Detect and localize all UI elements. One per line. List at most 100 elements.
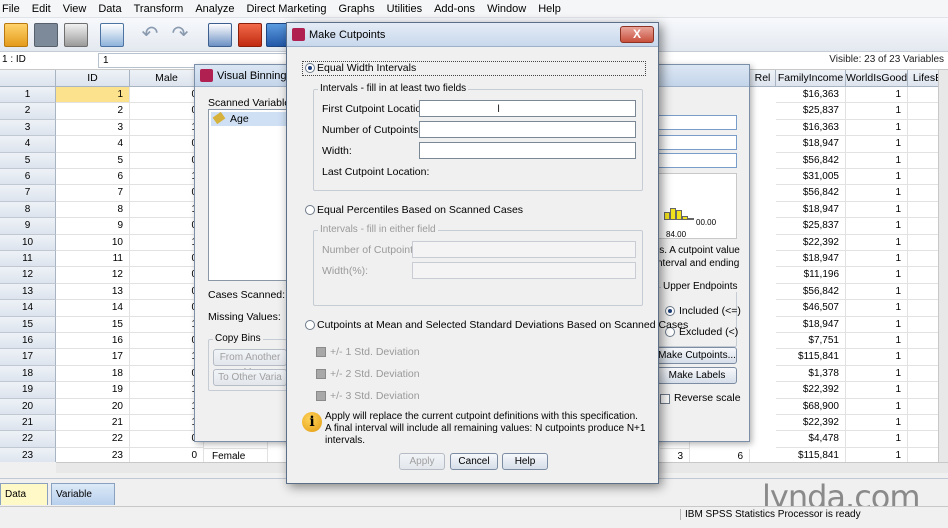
table-cell-male[interactable]: 0 [130,152,204,169]
table-cell-id[interactable]: 16 [56,333,130,350]
table-cell-id[interactable]: 14 [56,300,130,317]
row-header[interactable]: 7 [0,185,56,202]
table-cell-male[interactable]: 1 [130,382,204,399]
pct-width-input[interactable] [412,262,636,279]
table-cell-family-income[interactable]: $11,196 [776,267,846,284]
table-cell-family-income[interactable]: $46,507 [776,300,846,317]
table-cell-family-income[interactable]: $56,842 [776,283,846,301]
table-cell-world-is-good[interactable]: 1 [846,218,908,235]
table-cell-world-is-good[interactable]: 1 [846,119,908,137]
table-cell-family-income[interactable]: $16,363 [776,119,846,137]
row-header[interactable]: 22 [0,431,56,448]
table-cell-family-income[interactable]: $22,392 [776,415,846,432]
table-cell-world-is-good[interactable]: 1 [846,87,908,104]
table-cell-family-income[interactable]: $56,842 [776,152,846,169]
table-cell-male[interactable]: 0 [130,333,204,350]
table-cell-male[interactable]: 1 [130,316,204,333]
table-cell-family-income[interactable]: $115,841 [776,447,846,462]
tab-variable-view[interactable]: Variable View [51,483,115,522]
row-header[interactable]: 19 [0,382,56,399]
list-item-age[interactable]: Age [211,111,287,126]
row-header[interactable]: 15 [0,316,56,333]
tab-data-view[interactable]: Data View [0,483,48,522]
table-cell-world-is-good[interactable]: 1 [846,234,908,251]
vertical-scrollbar[interactable] [938,70,948,462]
column-header-id[interactable]: ID [56,70,130,87]
table-cell-family-income[interactable]: $56,842 [776,185,846,202]
table-cell-family-income[interactable]: $18,947 [776,251,846,268]
corner-cell[interactable] [0,70,56,87]
to-other-variables-button[interactable]: To Other Varia [213,369,287,386]
table-cell-family-income[interactable]: $18,947 [776,201,846,219]
row-header[interactable]: 18 [0,365,56,383]
table-cell-family-income[interactable]: $1,378 [776,365,846,383]
table-cell-family-income[interactable]: $4,478 [776,431,846,448]
table-cell-male[interactable]: 0 [130,431,204,448]
row-header[interactable]: 21 [0,415,56,432]
mean-sd-label[interactable]: Cutpoints at Mean and Selected Standard … [317,319,688,331]
table-cell-world-is-good[interactable]: 1 [846,349,908,366]
row-header[interactable]: 3 [0,119,56,137]
table-cell-world-is-good[interactable]: 1 [846,283,908,301]
table-cell-world-is-good[interactable]: 1 [846,251,908,268]
menu-analyze[interactable]: Analyze [189,3,240,15]
row-header[interactable]: 2 [0,103,56,120]
table-cell-rel[interactable]: 3 [660,448,690,462]
menu-help[interactable]: Help [532,3,567,15]
row-header[interactable]: 9 [0,218,56,235]
table-cell-id[interactable]: 7 [56,185,130,202]
value-field-3[interactable] [655,153,737,168]
table-cell-id[interactable]: 20 [56,398,130,415]
row-header[interactable]: 20 [0,398,56,415]
equal-percentiles-radio[interactable] [305,205,315,215]
mean-sd-radio[interactable] [305,320,315,330]
row-header[interactable]: 11 [0,251,56,268]
table-cell-extra[interactable]: 6 [690,448,750,462]
table-cell-family-income[interactable]: $18,947 [776,136,846,153]
go-to-case-icon[interactable] [208,23,232,47]
table-cell-world-is-good[interactable]: 1 [846,398,908,415]
table-cell-family-income[interactable]: $31,005 [776,169,846,186]
table-cell-male[interactable]: 0 [130,267,204,284]
cancel-button[interactable]: Cancel [450,453,498,470]
reverse-scale-checkbox[interactable] [660,394,670,404]
table-cell-id[interactable]: 13 [56,283,130,301]
table-cell-male[interactable]: 0 [130,218,204,235]
help-button[interactable]: Help [502,453,548,470]
open-folder-icon[interactable] [4,23,28,47]
table-cell-id[interactable]: 1 [56,87,130,104]
table-cell-id[interactable]: 10 [56,234,130,251]
column-header-world-is-good[interactable]: WorldIsGood [846,70,908,87]
print-icon[interactable] [64,23,88,47]
menu-file[interactable]: File [0,3,26,15]
menu-utilities[interactable]: Utilities [381,3,428,15]
menu-data[interactable]: Data [92,3,127,15]
sd2-checkbox[interactable] [316,369,326,379]
table-cell-id[interactable]: 18 [56,365,130,383]
table-cell-id[interactable]: 9 [56,218,130,235]
menu-direct-marketing[interactable]: Direct Marketing [240,3,332,15]
pct-number-input[interactable] [412,241,636,258]
table-cell-id[interactable]: 11 [56,251,130,268]
redo-icon[interactable]: ↷ [168,23,192,47]
make-cutpoints-button[interactable]: Make Cutpoints... [657,347,737,364]
table-cell-male[interactable]: 0 [130,185,204,202]
table-cell-male[interactable]: 1 [130,415,204,432]
table-cell-id[interactable]: 2 [56,103,130,120]
from-another-variable-button[interactable]: From Another Va [213,349,287,378]
row-header[interactable]: 17 [0,349,56,366]
table-cell-id[interactable]: 8 [56,201,130,219]
table-cell-family-income[interactable]: $16,363 [776,87,846,104]
undo-icon[interactable]: ↶ [138,23,162,47]
table-cell-male[interactable]: 1 [130,398,204,415]
table-cell-male[interactable]: 1 [130,201,204,219]
row-header[interactable]: 5 [0,152,56,169]
table-cell-male[interactable]: 0 [130,103,204,120]
value-field-1[interactable] [655,115,737,130]
table-cell-family-income[interactable]: $22,392 [776,382,846,399]
menu-add-ons[interactable]: Add-ons [428,3,481,15]
menu-window[interactable]: Window [481,3,532,15]
apply-button[interactable]: Apply [399,453,445,470]
row-header[interactable]: 6 [0,169,56,186]
dialog-recall-icon[interactable] [100,23,124,47]
